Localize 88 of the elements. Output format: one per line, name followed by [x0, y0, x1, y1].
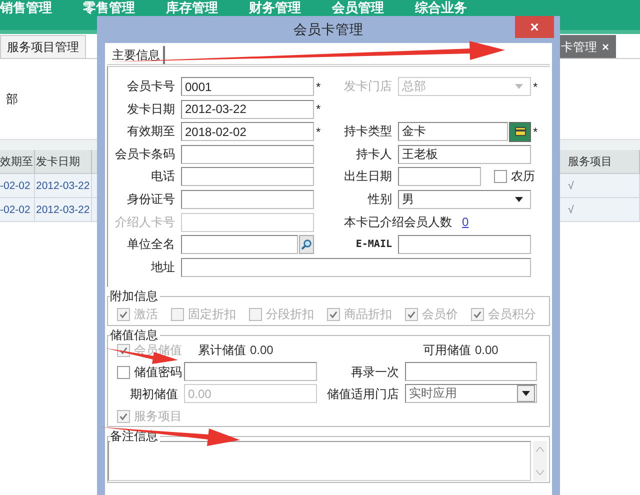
- tab[interactable]: 服务项目管理: [0, 35, 86, 58]
- field-label: 性别: [368, 190, 393, 208]
- field-label: 累计储值: [198, 342, 246, 358]
- field-label: 持卡类型: [344, 123, 393, 140]
- field-label: 出生日期: [344, 168, 393, 186]
- field-label: 可用储值: [423, 342, 471, 358]
- checkbox-label: 农历: [511, 168, 535, 186]
- field-label: 再录一次: [351, 364, 400, 380]
- field-label: 会员卡条码: [115, 146, 176, 163]
- column-header: 效期至: [0, 150, 35, 174]
- text-label: 部: [6, 90, 18, 108]
- checkbox[interactable]: [494, 170, 507, 184]
- menu-item[interactable]: 财务管理: [249, 0, 332, 15]
- menu-item[interactable]: 会员管理: [332, 0, 415, 15]
- field-label: 储值适用门店: [327, 386, 400, 402]
- input-field[interactable]: 王老板: [398, 144, 531, 164]
- text-area[interactable]: [108, 441, 531, 481]
- dropdown[interactable]: 实时应用: [405, 384, 537, 403]
- table-cell: -02-02: [0, 198, 35, 222]
- input-field[interactable]: [181, 144, 314, 164]
- column-header: 发卡日期: [35, 150, 92, 174]
- input-field[interactable]: [398, 235, 531, 254]
- group-title: 储值信息: [110, 328, 160, 342]
- checkbox-label: 储值密码: [134, 364, 182, 380]
- checkbox-label: 分段折扣: [266, 306, 314, 323]
- input-field[interactable]: 2018-02-02: [181, 122, 314, 142]
- checkbox-label: 会员积分: [488, 306, 536, 323]
- search-icon: [301, 239, 312, 250]
- column-header: 服务项目: [560, 150, 640, 174]
- table-cell: √: [560, 174, 640, 198]
- count-link[interactable]: 0: [462, 215, 469, 230]
- field-label: 地址: [151, 258, 176, 276]
- checkbox-label: 商品折扣: [344, 306, 392, 323]
- field-label: 期初储值: [130, 386, 179, 402]
- dropdown[interactable]: 男: [398, 190, 531, 209]
- search-button[interactable]: [299, 235, 314, 254]
- input-field[interactable]: [181, 258, 531, 277]
- required-mark: *: [532, 80, 539, 94]
- table-cell: √: [560, 198, 640, 222]
- scroll-down-icon: [536, 470, 544, 475]
- checkbox-label: 激活: [134, 306, 158, 323]
- input-field[interactable]: 金卡: [398, 122, 508, 142]
- menu-item[interactable]: 库存管理: [166, 0, 249, 15]
- input-field[interactable]: [184, 362, 317, 381]
- input-field[interactable]: 2012-03-22: [181, 100, 314, 119]
- field-label: 有效期至: [127, 123, 176, 140]
- field-label: 发卡日期: [127, 100, 176, 118]
- close-button[interactable]: ×: [515, 16, 554, 38]
- input-field[interactable]: [398, 167, 481, 186]
- field-label: 发卡门店: [344, 78, 393, 95]
- input-field[interactable]: 0001: [181, 77, 314, 96]
- group-title: 附加信息: [110, 289, 160, 303]
- field-label: 会员卡号: [127, 78, 176, 95]
- tab[interactable]: 主要信息: [109, 46, 165, 64]
- required-mark: *: [315, 102, 322, 116]
- caret-icon: [515, 84, 523, 89]
- required-mark: *: [315, 80, 322, 94]
- card-icon: [514, 127, 526, 136]
- field-label: 本卡已介绍会员人数: [344, 214, 453, 231]
- checkbox-label: 服务项目: [134, 408, 182, 424]
- scroll-up-icon: [536, 447, 544, 452]
- field-label: 身份证号: [127, 190, 176, 208]
- value-text: 0.00: [475, 343, 498, 357]
- field-label: 持卡人: [356, 146, 393, 163]
- checkbox-label: 固定折扣: [188, 306, 236, 323]
- card-button[interactable]: [509, 122, 531, 142]
- checkbox[interactable]: [117, 366, 130, 378]
- required-mark: *: [315, 124, 322, 139]
- input-field[interactable]: [181, 167, 314, 186]
- scrollbar[interactable]: [533, 441, 547, 481]
- table-cell: 2012-03-22: [35, 174, 92, 198]
- field-label: 介绍人卡号: [115, 214, 176, 231]
- input-field[interactable]: [405, 362, 537, 381]
- field-label: E-MAIL: [356, 239, 393, 250]
- required-mark: *: [532, 124, 539, 139]
- checkbox-label: 会员价: [422, 306, 458, 323]
- value-text: 0.00: [250, 343, 274, 357]
- input-field[interactable]: [181, 190, 314, 209]
- caret-icon: [517, 385, 535, 402]
- table-cell: 2012-03-22: [35, 198, 92, 222]
- menu-item[interactable]: 零售管理: [83, 0, 166, 15]
- menu-item[interactable]: 综合业务: [415, 0, 498, 15]
- field-label: 单位全名: [127, 236, 176, 254]
- close-button[interactable]: ×: [602, 40, 609, 54]
- field-label: 电话: [151, 168, 176, 186]
- window-title: 会员卡管理: [294, 20, 364, 38]
- table-cell: -02-02: [0, 174, 35, 198]
- input-field[interactable]: [181, 235, 298, 254]
